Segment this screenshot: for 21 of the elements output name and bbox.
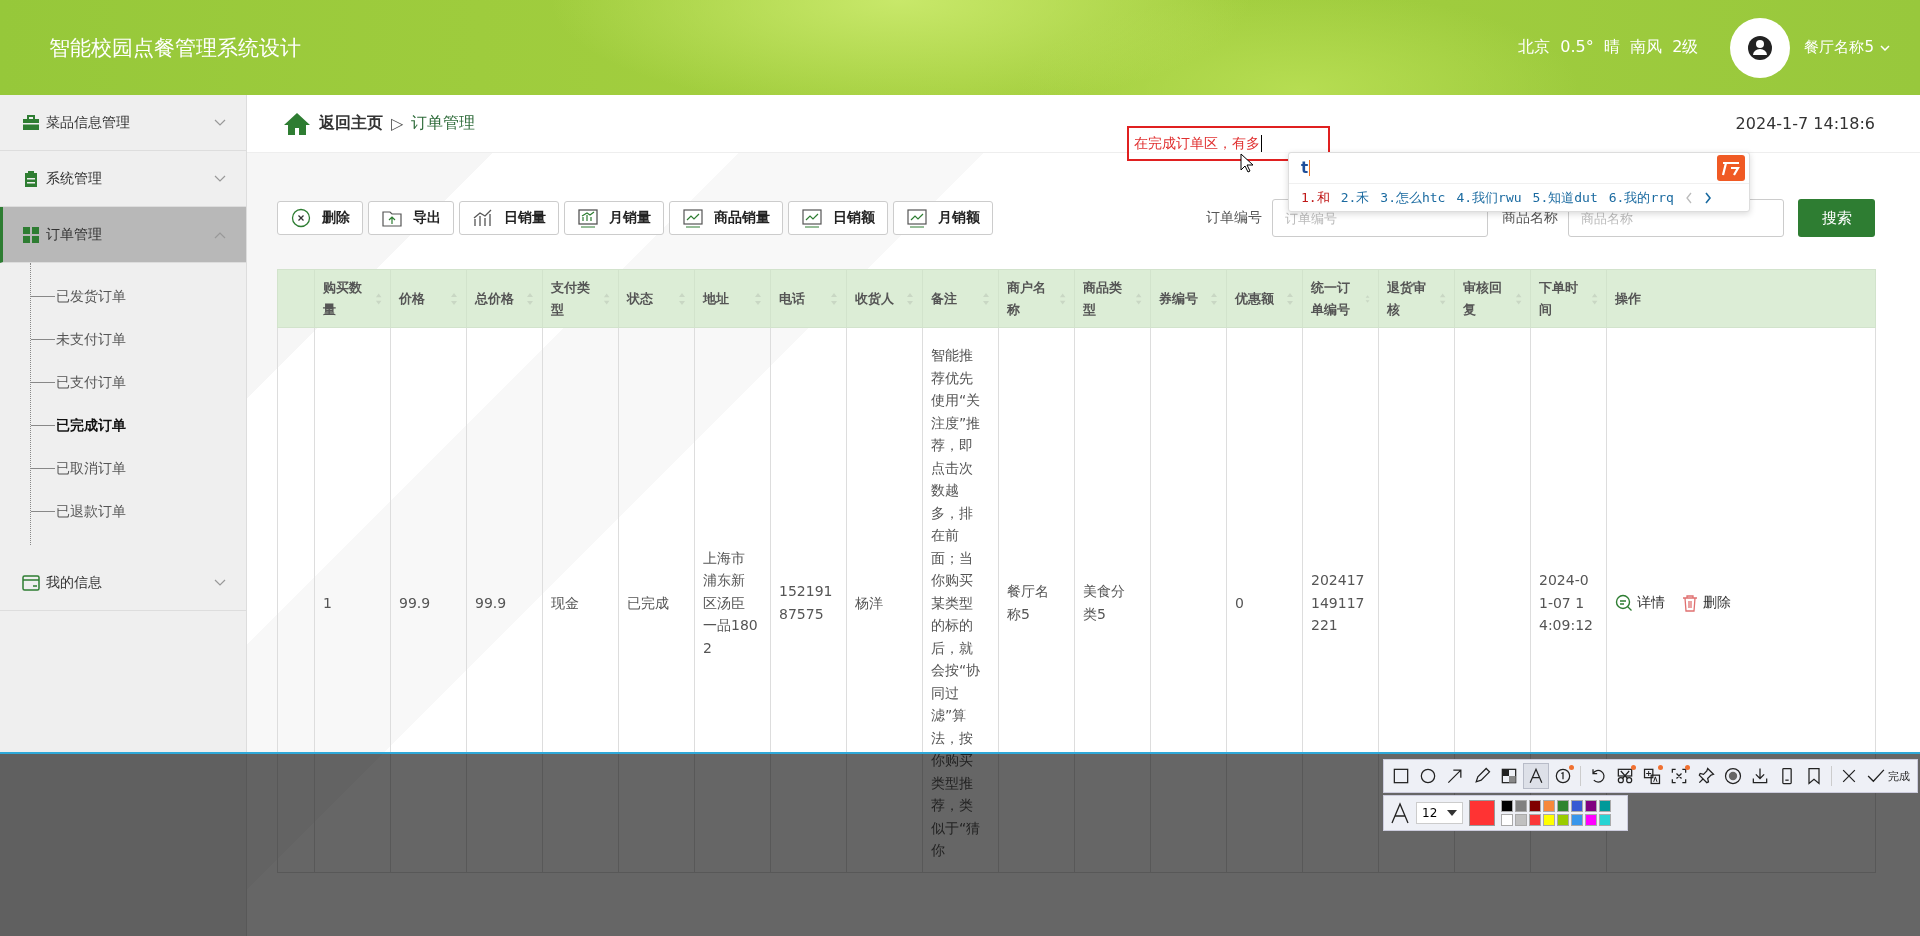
table-cell: 99.9 bbox=[399, 594, 431, 611]
app-title: 智能校园点餐管理系统设计 bbox=[49, 34, 301, 62]
table-cell: 0 bbox=[1235, 594, 1244, 611]
table-cell: 15219187575 bbox=[779, 583, 833, 622]
breadcrumb-current: 订单管理 bbox=[411, 113, 476, 134]
table-cell: 99.9 bbox=[475, 594, 507, 611]
table-cell: 现金 bbox=[551, 594, 579, 611]
datetime: 2024-1-7 14:18:6 bbox=[1735, 114, 1875, 133]
ime-input-text: t bbox=[1301, 159, 1309, 177]
table-cell: 已完成 bbox=[627, 594, 669, 611]
weather-info: 北京 0.5° 晴 南风 2级 bbox=[1518, 37, 1699, 58]
table-cell: 2024-01-07 14:09:12 bbox=[1539, 572, 1593, 633]
table-cell: 杨洋 bbox=[855, 594, 883, 611]
table-cell: 上海市浦东新区汤臣一品1802 bbox=[703, 549, 758, 656]
table-cell: 202417149117221 bbox=[1311, 572, 1365, 633]
table-cell: 餐厅名称5 bbox=[1007, 583, 1049, 622]
field-label: 订单编号 bbox=[1206, 209, 1262, 227]
table-cell: 美食分类5 bbox=[1083, 583, 1125, 622]
table-cell: 1 bbox=[323, 594, 332, 611]
table-cell: 智能推荐优先使用“关注度”推荐，即点击次数越多，排在前面；当你购买某类型的标的后，就会按“协同过滤”算法，按你购买类型推荐，类似于“猜你 bbox=[931, 347, 981, 858]
breadcrumb-separator: ▷ bbox=[391, 114, 404, 133]
